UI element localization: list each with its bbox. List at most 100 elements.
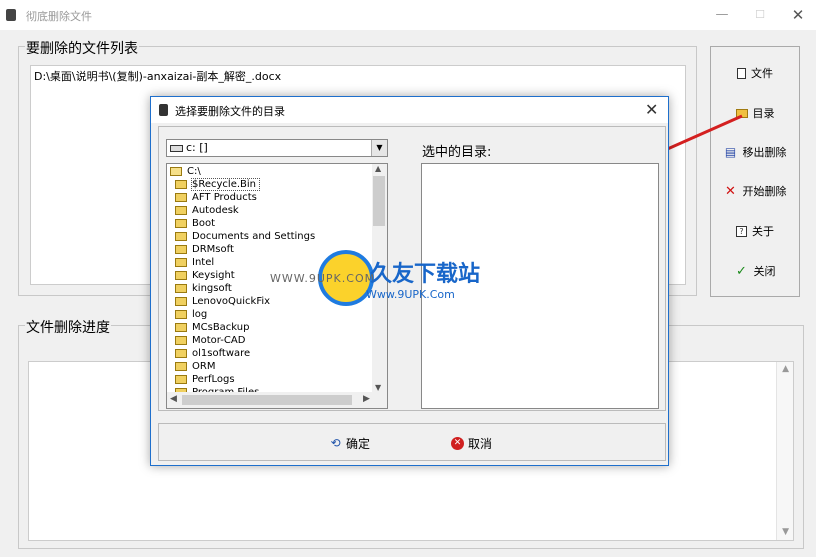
folder-label: Boot <box>192 218 216 229</box>
list-item[interactable]: $Recycle.Bin <box>175 178 261 191</box>
folder-label: Documents and Settings <box>192 231 316 242</box>
folder-icon <box>175 245 187 254</box>
file-list-group-label: 要删除的文件列表 <box>25 38 139 58</box>
cancel-icon: ✕ <box>451 436 464 450</box>
root-directory[interactable]: C:\ <box>170 165 201 178</box>
folder-label: MCsBackup <box>192 322 250 333</box>
about-label: 关于 <box>752 225 774 238</box>
folder-label: log <box>192 309 208 320</box>
folder-label: PerfLogs <box>192 374 235 385</box>
title-bar: 彻底删除文件 — ☐ ✕ <box>0 0 816 30</box>
folder-icon <box>175 193 187 202</box>
folder-icon <box>175 232 187 241</box>
list-item[interactable]: LenovoQuickFix <box>175 295 270 308</box>
list-item[interactable]: kingsoft <box>175 282 232 295</box>
ok-icon: ⟲ <box>330 436 341 450</box>
list-item[interactable]: log <box>175 308 207 321</box>
folder-label: LenovoQuickFix <box>192 296 271 307</box>
check-icon: ✓ <box>736 263 747 279</box>
folder-icon <box>175 375 187 384</box>
window-title: 彻底删除文件 <box>26 10 92 23</box>
folder-icon <box>175 310 187 319</box>
folder-icon <box>175 206 187 215</box>
folder-icon <box>175 284 187 293</box>
add-file-button[interactable]: 文件 <box>711 61 799 85</box>
dialog-button-bar: ⟲ 确定 ✕ 取消 <box>158 423 666 461</box>
maximize-button[interactable]: ☐ <box>750 6 770 24</box>
progress-group-label: 文件删除进度 <box>25 317 111 337</box>
folder-label: kingsoft <box>192 283 232 294</box>
close-app-label: 关闭 <box>753 265 776 278</box>
dialog-title: 选择要删除文件的目录 <box>175 105 285 118</box>
open-folder-icon <box>170 167 182 176</box>
list-item[interactable]: Motor-CAD <box>175 334 245 347</box>
folder-label: AFT Products <box>192 192 257 203</box>
folder-icon <box>175 271 187 280</box>
app-icon <box>6 9 16 21</box>
scroll-right-icon[interactable]: ▶ <box>363 394 370 404</box>
minimize-button[interactable]: — <box>712 6 732 24</box>
folder-icon <box>175 297 187 306</box>
list-item[interactable]: PerfLogs <box>175 373 235 386</box>
tree-horizontal-scrollbar[interactable]: ◀ ▶ <box>167 392 387 408</box>
folder-label: DRMsoft <box>192 244 234 255</box>
watermark: WWW.9UPK.COM 久友下载站 Www.9UPK.Com <box>270 250 510 310</box>
ok-button[interactable]: ⟲ 确定 <box>329 433 370 453</box>
file-icon <box>737 67 746 79</box>
file-list-item[interactable]: D:\桌面\说明书\(复制)-anxaizai-副本_解密_.docx <box>34 68 281 84</box>
watermark-left-text: WWW.9UPK.COM <box>270 272 376 285</box>
about-button[interactable]: ? 关于 <box>711 219 799 243</box>
about-icon: ? <box>736 225 747 237</box>
folder-icon <box>175 180 187 189</box>
list-item[interactable]: AFT Products <box>175 191 257 204</box>
dialog-app-icon <box>159 104 168 116</box>
cancel-button[interactable]: ✕ 取消 <box>451 433 492 453</box>
dialog-close-button[interactable]: ✕ <box>645 100 658 119</box>
drive-icon <box>170 145 183 152</box>
folder-label: Motor-CAD <box>192 335 246 346</box>
scroll-down-icon[interactable]: ▼ <box>375 383 381 392</box>
scroll-down-icon[interactable]: ▼ <box>782 527 789 537</box>
progress-scrollbar[interactable]: ▲ ▼ <box>776 362 793 540</box>
list-item[interactable]: ol1software <box>175 347 250 360</box>
watermark-url: Www.9UPK.Com <box>366 288 455 301</box>
folder-icon <box>175 362 187 371</box>
list-item[interactable]: Intel <box>175 256 214 269</box>
folder-icon <box>175 336 187 345</box>
folder-icon <box>175 258 187 267</box>
scroll-thumb[interactable] <box>373 176 385 226</box>
list-item[interactable]: MCsBackup <box>175 321 249 334</box>
scroll-up-icon[interactable]: ▲ <box>782 364 789 374</box>
folder-icon <box>175 219 187 228</box>
scroll-thumb[interactable] <box>182 395 352 405</box>
close-window-button[interactable]: ✕ <box>788 6 808 24</box>
folder-label: Keysight <box>192 270 235 281</box>
add-file-label: 文件 <box>751 67 773 80</box>
watermark-title: 久友下载站 <box>370 262 481 287</box>
ok-label: 确定 <box>346 436 371 451</box>
folder-label: Autodesk <box>192 205 239 216</box>
list-item[interactable]: Autodesk <box>175 204 239 217</box>
folder-icon <box>175 323 187 332</box>
list-item[interactable]: DRMsoft <box>175 243 234 256</box>
list-item[interactable]: Documents and Settings <box>175 230 315 243</box>
list-item[interactable]: Keysight <box>175 269 235 282</box>
folder-label: ORM <box>192 361 216 372</box>
root-directory-label: C:\ <box>187 166 201 177</box>
list-item[interactable]: ORM <box>175 360 215 373</box>
chevron-down-icon[interactable]: ▼ <box>371 140 387 156</box>
drive-select[interactable]: c: [] ▼ <box>166 139 388 157</box>
drive-value: c: [] <box>186 141 208 154</box>
scroll-left-icon[interactable]: ◀ <box>170 394 177 404</box>
cancel-label: 取消 <box>468 436 493 451</box>
folder-label: ol1software <box>192 348 251 359</box>
selected-directory-label: 选中的目录: <box>422 145 492 160</box>
folder-icon <box>175 349 187 358</box>
scroll-up-icon[interactable]: ▲ <box>375 164 381 173</box>
folder-label: $Recycle.Bin <box>190 178 261 191</box>
folder-label: Intel <box>192 257 215 268</box>
list-item[interactable]: Boot <box>175 217 215 230</box>
close-app-button[interactable]: ✓ 关闭 <box>711 259 799 283</box>
add-directory-label: 目录 <box>752 107 775 120</box>
dialog-title-bar: 选择要删除文件的目录 ✕ <box>151 97 668 123</box>
